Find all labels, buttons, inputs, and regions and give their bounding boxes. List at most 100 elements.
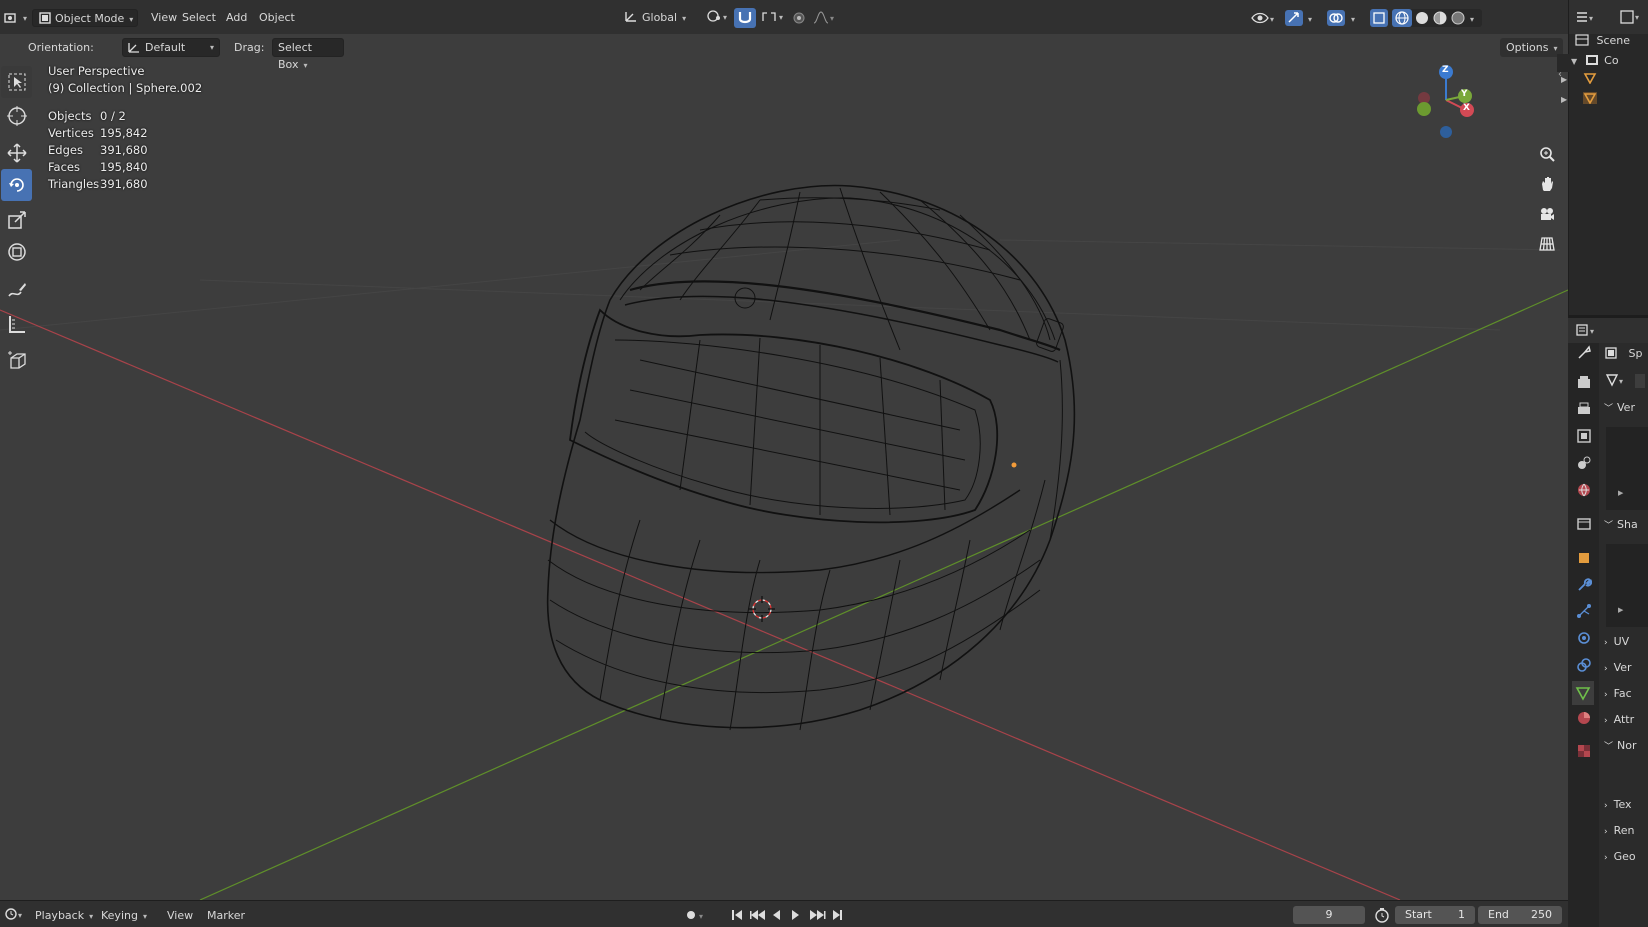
keying-menu[interactable]: Keying ▾	[96, 907, 152, 924]
select-box-tool-icon[interactable]	[1, 66, 32, 98]
outliner-collection-row[interactable]: ▼ Co	[1557, 54, 1648, 72]
visibility-icon[interactable]: ▾	[1250, 9, 1278, 27]
menu-add[interactable]: Add	[220, 9, 253, 27]
orientation-value: Default	[145, 41, 186, 54]
cursor-tool-icon[interactable]	[1, 100, 32, 132]
section-shape-keys[interactable]: ﹀ Sha	[1604, 518, 1648, 540]
constraints-tab-icon[interactable]	[1575, 656, 1593, 674]
options-dropdown[interactable]: Options ▾	[1500, 38, 1564, 57]
output-tab-icon[interactable]	[1575, 400, 1593, 418]
data-tab-icon[interactable]	[1572, 681, 1594, 705]
end-frame-field[interactable]: End 250	[1478, 906, 1562, 924]
outliner-object-row[interactable]: ▶	[1549, 92, 1648, 105]
svg-text:▾: ▾	[779, 13, 783, 22]
section-remesh[interactable]: › Ren	[1604, 824, 1648, 846]
normals-body	[1606, 763, 1648, 791]
jump-end-icon[interactable]	[830, 907, 846, 923]
marker-menu[interactable]: Marker	[202, 907, 250, 924]
zoom-icon[interactable]	[1535, 142, 1559, 166]
editor-type-button[interactable]: ▾	[0, 9, 31, 27]
modifier-tab-icon[interactable]	[1575, 576, 1593, 594]
material-tab-icon[interactable]	[1575, 709, 1593, 727]
rendered-shading-icon[interactable]	[1448, 9, 1466, 27]
physics-tab-icon[interactable]	[1575, 629, 1593, 647]
rotate-tool-icon[interactable]	[1, 169, 32, 201]
gizmo-toggle-icon[interactable]: ▾	[1284, 9, 1320, 27]
camera-icon[interactable]	[1535, 202, 1559, 226]
expand-collection-icon: ▼	[1571, 57, 1578, 66]
view-layer-tab-icon[interactable]	[1575, 427, 1593, 445]
wireframe-shading-icon[interactable]	[1392, 9, 1412, 27]
section-attributes[interactable]: › Attr	[1604, 713, 1648, 735]
falloff-icon[interactable]: ▾	[812, 9, 838, 27]
pan-hand-icon[interactable]	[1535, 172, 1559, 196]
outliner-header: ▾ ▾	[1569, 0, 1648, 34]
scale-tool-icon[interactable]	[1, 204, 32, 236]
shape-keys-list[interactable]: ▶	[1606, 544, 1648, 627]
transform-tool-icon[interactable]	[1, 236, 32, 268]
annotate-tool-icon[interactable]	[1, 274, 32, 306]
tool-tab-icon[interactable]	[1575, 343, 1593, 361]
timeline-view-menu[interactable]: View	[162, 907, 198, 924]
navigation-gizmo[interactable]: Z X Y	[1410, 62, 1480, 142]
orientation-label: Orientation:	[28, 41, 94, 54]
outliner-object-row[interactable]: ▶	[1549, 72, 1648, 85]
play-reverse-icon[interactable]	[770, 907, 786, 923]
display-mode-icon[interactable]: ▾	[1619, 9, 1645, 27]
mesh-data-selector[interactable]: ▾	[1605, 373, 1645, 391]
preview-range-icon[interactable]	[1373, 906, 1391, 924]
transform-orientation-dropdown[interactable]: Global ▾	[618, 9, 696, 27]
menu-object[interactable]: Object	[253, 9, 301, 27]
xray-toggle-icon[interactable]	[1370, 9, 1388, 27]
timeline-editor-type-icon[interactable]: ▾	[0, 907, 32, 924]
render-tab-icon[interactable]	[1575, 373, 1593, 391]
section-texture-space[interactable]: › Tex	[1604, 798, 1648, 820]
snap-toggle-icon[interactable]	[734, 8, 756, 28]
object-mode-icon	[39, 12, 51, 24]
section-face-maps[interactable]: › Fac	[1604, 687, 1648, 709]
jump-prev-keyframe-icon[interactable]	[748, 907, 766, 923]
world-tab-icon[interactable]	[1575, 481, 1593, 499]
play-icon[interactable]	[790, 907, 806, 923]
measure-tool-icon[interactable]	[1, 308, 32, 340]
snap-target-icon[interactable]: ▾	[755, 9, 795, 27]
start-frame-field[interactable]: Start 1	[1395, 906, 1475, 924]
particles-tab-icon[interactable]	[1575, 602, 1593, 620]
outliner-editor-type-icon[interactable]: ▾	[1575, 10, 1597, 27]
add-cube-tool-icon[interactable]	[1, 344, 32, 376]
overlay-toggle-icon[interactable]: ▾	[1326, 9, 1364, 27]
jump-next-keyframe-icon[interactable]	[808, 907, 828, 923]
texture-tab-icon[interactable]	[1575, 742, 1593, 760]
jump-start-icon[interactable]	[728, 907, 744, 923]
menu-select[interactable]: Select	[176, 9, 222, 27]
playback-menu[interactable]: Playback ▾	[30, 907, 98, 924]
section-geometry-data[interactable]: › Geo	[1604, 850, 1648, 872]
move-tool-icon[interactable]	[1, 137, 32, 169]
outliner-scene-row[interactable]: Scene	[1575, 34, 1630, 47]
properties-editor-type-icon[interactable]: ▾	[1576, 323, 1600, 340]
3d-viewport[interactable]: User Perspective (9) Collection | Sphere…	[0, 34, 1568, 900]
section-vertex-colors[interactable]: › Ver	[1604, 661, 1648, 683]
current-frame-field[interactable]: 9	[1293, 906, 1365, 924]
svg-text:▾: ▾	[1351, 15, 1355, 24]
orientation-dropdown[interactable]: Default ▾	[122, 38, 220, 57]
mode-dropdown[interactable]: Object Mode ▾	[32, 9, 138, 27]
stat-label: Objects	[48, 109, 92, 123]
proportional-edit-icon[interactable]	[790, 9, 808, 27]
auto-keying-icon[interactable]: ▾	[683, 907, 713, 923]
vertex-groups-list[interactable]: ▶	[1606, 427, 1648, 510]
pivot-point-icon[interactable]: ▾	[700, 9, 736, 27]
timeline-header: ▾ Playback ▾ Keying ▾ View Marker ▾ 9 Star…	[0, 900, 1568, 927]
section-normals[interactable]: ﹀ Nor	[1604, 739, 1648, 761]
object-name-field[interactable]: Sp	[1605, 347, 1648, 367]
section-vertex-groups[interactable]: ﹀ Ver	[1604, 401, 1648, 423]
collection-tab-icon[interactable]	[1575, 515, 1593, 533]
drag-dropdown[interactable]: Select Box ▾	[272, 38, 344, 71]
object-tab-icon[interactable]	[1575, 549, 1593, 567]
grid-perspective-icon[interactable]	[1535, 232, 1559, 256]
section-uv-maps[interactable]: › UV	[1604, 635, 1648, 657]
viewport-header: ▾ Object Mode ▾ View Select Add Object Gl…	[0, 0, 1568, 34]
material-shading-icon[interactable]	[1430, 9, 1448, 27]
solid-shading-icon[interactable]	[1412, 9, 1430, 27]
scene-tab-icon[interactable]	[1575, 454, 1593, 472]
